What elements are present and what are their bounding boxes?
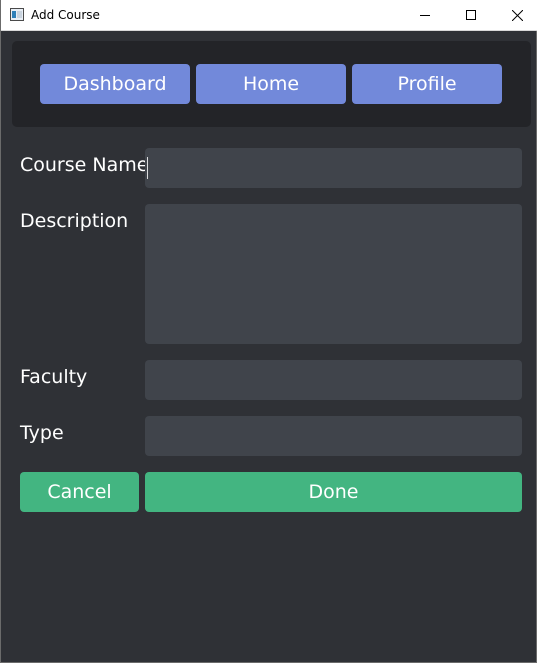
type-input[interactable] (145, 416, 522, 456)
app-icon (10, 8, 24, 21)
faculty-input[interactable] (145, 360, 522, 400)
description-textarea[interactable] (145, 204, 522, 344)
window-title: Add Course (31, 8, 100, 22)
type-label: Type (20, 422, 64, 444)
text-caret (147, 157, 148, 179)
maximize-button[interactable] (448, 0, 494, 30)
course-name-label: Course Name (20, 154, 149, 176)
minimize-icon (420, 15, 430, 16)
close-icon (511, 9, 523, 21)
course-name-input[interactable] (145, 148, 522, 188)
title-bar: Add Course (1, 0, 537, 31)
profile-button[interactable]: Profile (352, 64, 502, 104)
description-label: Description (20, 210, 129, 232)
done-button[interactable]: Done (145, 472, 522, 512)
maximize-icon (466, 10, 476, 20)
close-button[interactable] (494, 0, 537, 30)
cancel-button[interactable]: Cancel (20, 472, 139, 512)
dashboard-button[interactable]: Dashboard (40, 64, 190, 104)
minimize-button[interactable] (402, 0, 448, 30)
nav-bar: Dashboard Home Profile (12, 41, 531, 127)
faculty-label: Faculty (20, 366, 88, 388)
add-course-window: Add Course Dashboard Home Profile Course… (0, 0, 537, 663)
home-button[interactable]: Home (196, 64, 346, 104)
